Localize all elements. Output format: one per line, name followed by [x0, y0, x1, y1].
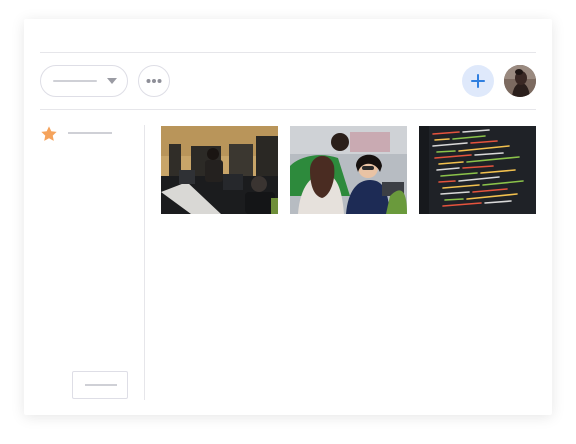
user-avatar-image [504, 65, 536, 97]
star-icon [41, 126, 57, 141]
chevron-down-icon [107, 78, 117, 84]
sidebar-button[interactable] [72, 371, 128, 399]
code-screen-photo [419, 126, 536, 214]
office-workers-photo [161, 126, 278, 214]
gallery-photo-office[interactable] [161, 126, 278, 214]
avatar[interactable] [504, 65, 536, 97]
sidebar [40, 125, 144, 401]
gallery-photo-code[interactable] [419, 126, 536, 214]
select-label-placeholder [53, 80, 97, 82]
view-select[interactable] [40, 65, 128, 97]
button-label-placeholder [85, 384, 117, 386]
more-horizontal-icon [146, 79, 162, 83]
team-laptop-photo [290, 126, 407, 214]
sidebar-divider [144, 125, 145, 400]
add-button[interactable] [462, 65, 494, 97]
divider [40, 52, 536, 53]
main-card [24, 19, 552, 415]
toolbar [40, 65, 536, 97]
gallery-photo-team[interactable] [290, 126, 407, 214]
more-options-button[interactable] [138, 65, 170, 97]
plus-icon [471, 74, 485, 88]
sidebar-item-label-placeholder [68, 132, 112, 134]
divider [40, 109, 536, 110]
